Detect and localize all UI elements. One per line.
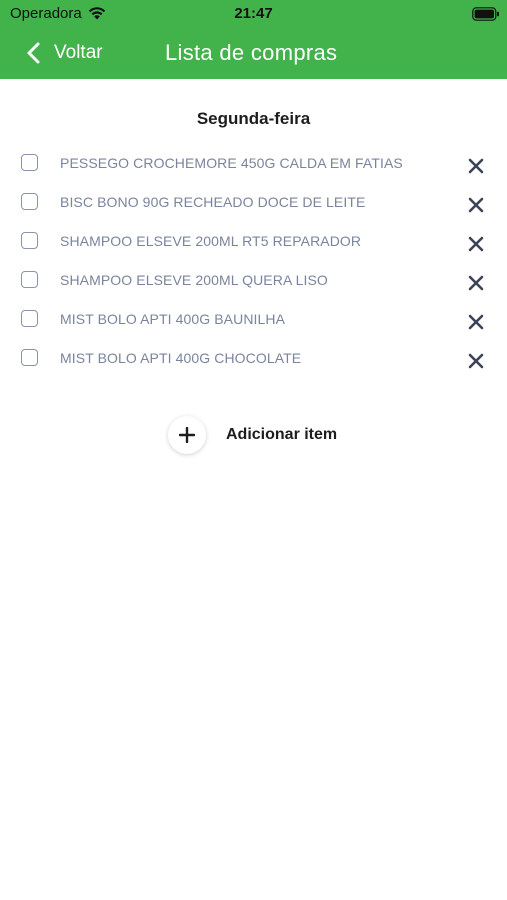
chevron-left-icon	[27, 42, 40, 64]
close-icon[interactable]	[468, 158, 484, 174]
add-item-button[interactable]: Adicionar item	[168, 416, 337, 454]
item-checkbox[interactable]	[21, 232, 38, 249]
item-checkbox[interactable]	[21, 154, 38, 171]
navigation-header: Operadora 21:47 Voltar Lista de compras	[0, 0, 507, 79]
item-label: BISC BONO 90G RECHEADO DOCE DE LEITE	[60, 194, 366, 210]
item-checkbox[interactable]	[21, 310, 38, 327]
status-bar: Operadora 21:47	[0, 0, 507, 30]
item-label: MIST BOLO APTI 400G BAUNILHA	[60, 311, 286, 327]
item-checkbox[interactable]	[21, 349, 38, 366]
item-label: PESSEGO CROCHEMORE 450G CALDA EM FATIAS	[60, 155, 403, 171]
list-item: SHAMPOO ELSEVE 200ML QUERA LISO	[0, 262, 507, 301]
close-icon[interactable]	[468, 236, 484, 252]
battery-icon	[472, 7, 499, 21]
item-checkbox[interactable]	[21, 271, 38, 288]
status-time: 21:47	[234, 5, 273, 22]
list-item: MIST BOLO APTI 400G BAUNILHA	[0, 301, 507, 340]
day-title: Segunda-feira	[196, 109, 311, 128]
shopping-list: PESSEGO CROCHEMORE 450G CALDA EM FATIAS …	[0, 145, 507, 379]
item-checkbox[interactable]	[21, 193, 38, 210]
page-title: Lista de compras	[165, 40, 338, 65]
list-item: MIST BOLO APTI 400G CHOCOLATE	[0, 340, 507, 379]
item-label: SHAMPOO ELSEVE 200ML QUERA LISO	[60, 272, 328, 288]
back-label: Voltar	[54, 42, 103, 63]
add-item-circle[interactable]	[168, 416, 206, 454]
close-icon[interactable]	[468, 314, 484, 330]
plus-icon	[179, 427, 195, 443]
list-item: SHAMPOO ELSEVE 200ML RT5 REPARADOR	[0, 223, 507, 262]
list-item: BISC BONO 90G RECHEADO DOCE DE LEITE	[0, 184, 507, 223]
close-icon[interactable]	[468, 275, 484, 291]
item-label: SHAMPOO ELSEVE 200ML RT5 REPARADOR	[60, 233, 362, 249]
close-icon[interactable]	[468, 353, 484, 369]
item-label: MIST BOLO APTI 400G CHOCOLATE	[60, 350, 302, 366]
close-icon[interactable]	[468, 197, 484, 213]
back-button[interactable]: Voltar	[26, 38, 103, 68]
list-item: PESSEGO CROCHEMORE 450G CALDA EM FATIAS	[0, 145, 507, 184]
add-item-label: Adicionar item	[226, 426, 338, 443]
